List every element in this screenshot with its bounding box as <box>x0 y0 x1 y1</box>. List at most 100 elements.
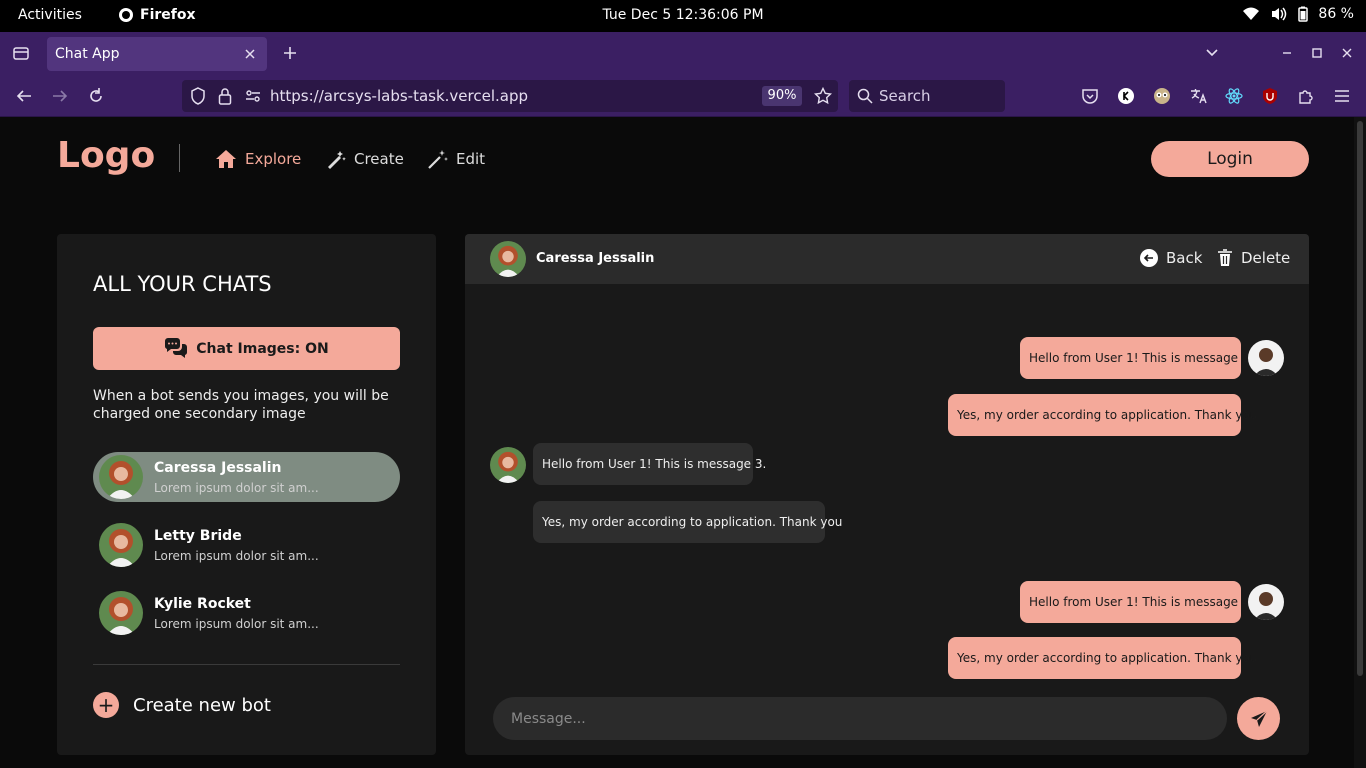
maximize-icon[interactable] <box>1308 44 1326 62</box>
user-avatar <box>1248 584 1284 620</box>
chat-list-sidebar: ALL YOUR CHATS Chat Images: ON When a bo… <box>57 234 436 755</box>
translate-icon[interactable] <box>1188 86 1208 106</box>
nav-edit[interactable]: Edit <box>428 149 485 169</box>
battery-percent: 86 % <box>1318 6 1354 22</box>
chat-item-name: Caressa Jessalin <box>154 460 282 476</box>
login-button[interactable]: Login <box>1151 141 1309 177</box>
firefox-icon <box>119 8 133 22</box>
delete-label: Delete <box>1241 249 1291 267</box>
scrollbar-thumb[interactable] <box>1357 121 1363 676</box>
delete-button[interactable]: Delete <box>1217 249 1290 267</box>
message-input[interactable] <box>493 697 1227 740</box>
reload-icon[interactable] <box>86 86 106 106</box>
message-bubble-user: Yes, my order according to application. … <box>948 394 1257 436</box>
message-bubble-bot: Yes, my order according to application. … <box>533 501 842 543</box>
send-icon <box>1250 710 1267 727</box>
nav-create-label: Create <box>354 150 404 168</box>
zoom-level[interactable]: 90% <box>762 86 802 106</box>
app-menu[interactable]: Firefox <box>118 7 196 23</box>
chevron-down-icon[interactable] <box>1203 44 1221 62</box>
bookmark-star-icon[interactable] <box>813 86 833 106</box>
nav-explore[interactable]: Explore <box>215 149 301 169</box>
message-bubble-user: Yes, my order according to application. … <box>948 637 1257 679</box>
chat-images-label: Chat Images: ON <box>196 340 329 357</box>
url-bar[interactable]: https://arcsys-labs-task.vercel.app 90% <box>182 80 838 112</box>
tab-chat-app[interactable]: Chat App <box>47 37 267 71</box>
chat-item-caressa-jessalin[interactable]: Caressa Jessalin Lorem ipsum dolor sit a… <box>93 452 400 502</box>
contact-name: Caressa Jessalin <box>536 251 655 266</box>
chat-item-letty-bride[interactable]: Letty Bride Lorem ipsum dolor sit am... <box>93 520 400 570</box>
pocket-icon[interactable] <box>1080 86 1100 106</box>
home-icon <box>216 150 236 168</box>
permissions-icon[interactable] <box>243 86 263 106</box>
page-content: Logo Explore Create Edit Login ALL YOUR … <box>0 117 1354 768</box>
search-placeholder: Search <box>879 87 931 105</box>
sidebar-divider <box>93 664 400 665</box>
message-bubble-bot: Hello from User 1! This is message 3. <box>533 443 766 485</box>
magic-pencil-icon <box>328 151 346 169</box>
user-avatar <box>1248 340 1284 376</box>
contact-avatar <box>490 241 526 277</box>
app-name: Firefox <box>140 7 196 23</box>
window-close-icon[interactable] <box>1338 44 1356 62</box>
hamburger-menu-icon[interactable] <box>1332 86 1352 106</box>
back-arrow-icon[interactable] <box>14 86 34 106</box>
nav-explore-label: Explore <box>245 150 302 168</box>
new-tab-icon[interactable] <box>281 44 299 62</box>
search-icon <box>855 86 875 106</box>
plus-icon: + <box>93 692 119 718</box>
nav-edit-label: Edit <box>456 150 486 168</box>
chat-item-name: Letty Bride <box>154 528 242 544</box>
forward-arrow-icon[interactable] <box>50 86 70 106</box>
chat-item-name: Kylie Rocket <box>154 596 251 612</box>
avatar <box>99 455 143 499</box>
tab-title: Chat App <box>55 46 120 62</box>
minimize-icon[interactable] <box>1278 44 1296 62</box>
k-extension-icon[interactable] <box>1116 86 1136 106</box>
tab-bar: Chat App <box>0 32 1366 76</box>
avatar <box>99 523 143 567</box>
activities-button[interactable]: Activities <box>18 7 82 23</box>
chat-panel: Caressa Jessalin Back Delete Hello from … <box>465 234 1309 755</box>
wifi-icon <box>1243 7 1260 20</box>
chat-item-preview: Lorem ipsum dolor sit am... <box>154 481 319 495</box>
chat-header: Caressa Jessalin Back Delete <box>465 234 1309 284</box>
extensions-puzzle-icon[interactable] <box>1296 86 1316 106</box>
send-button[interactable] <box>1237 697 1280 740</box>
tab-overview-icon[interactable] <box>12 44 30 62</box>
search-bar[interactable]: Search <box>849 80 1005 112</box>
message-bubble-user: Hello from User 1! This is message 4. <box>1020 581 1253 623</box>
system-top-bar: Activities Firefox Tue Dec 5 12:36:06 PM… <box>0 0 1366 32</box>
navigation-bar: https://arcsys-labs-task.vercel.app 90% … <box>0 76 1366 117</box>
ublock-icon[interactable] <box>1260 86 1280 106</box>
trash-icon <box>1218 249 1232 266</box>
react-devtools-icon[interactable] <box>1224 86 1244 106</box>
system-tray[interactable]: 86 % <box>1242 6 1354 22</box>
message-bubble-user: Hello from User 1! This is message 3. <box>1020 337 1253 379</box>
clock[interactable]: Tue Dec 5 12:36:06 PM <box>0 7 1366 23</box>
chat-item-preview: Lorem ipsum dolor sit am... <box>154 549 319 563</box>
site-logo[interactable]: Logo <box>57 135 155 176</box>
back-button[interactable]: Back <box>1140 249 1202 267</box>
shield-icon[interactable] <box>188 86 208 106</box>
magic-wand-icon <box>428 150 448 169</box>
nav-create[interactable]: Create <box>326 149 404 169</box>
create-new-bot-label: Create new bot <box>133 694 271 716</box>
back-circle-icon <box>1140 249 1158 267</box>
close-icon[interactable] <box>241 45 259 63</box>
avatar <box>99 591 143 635</box>
create-new-bot-button[interactable]: + Create new bot <box>93 692 271 718</box>
chat-item-kylie-rocket[interactable]: Kylie Rocket Lorem ipsum dolor sit am... <box>93 588 400 638</box>
chat-images-note: When a bot sends you images, you will be… <box>93 388 389 422</box>
url-text[interactable]: https://arcsys-labs-task.vercel.app <box>270 87 528 105</box>
lock-icon[interactable] <box>215 86 235 106</box>
owl-extension-icon[interactable] <box>1152 86 1172 106</box>
header-divider <box>179 144 180 172</box>
bot-avatar <box>490 447 526 483</box>
back-label: Back <box>1166 249 1203 267</box>
chat-bubbles-icon <box>165 337 188 358</box>
page-scrollbar[interactable] <box>1354 117 1366 768</box>
chat-item-preview: Lorem ipsum dolor sit am... <box>154 617 319 631</box>
chats-heading: ALL YOUR CHATS <box>93 272 272 296</box>
chat-images-toggle-button[interactable]: Chat Images: ON <box>93 327 400 370</box>
